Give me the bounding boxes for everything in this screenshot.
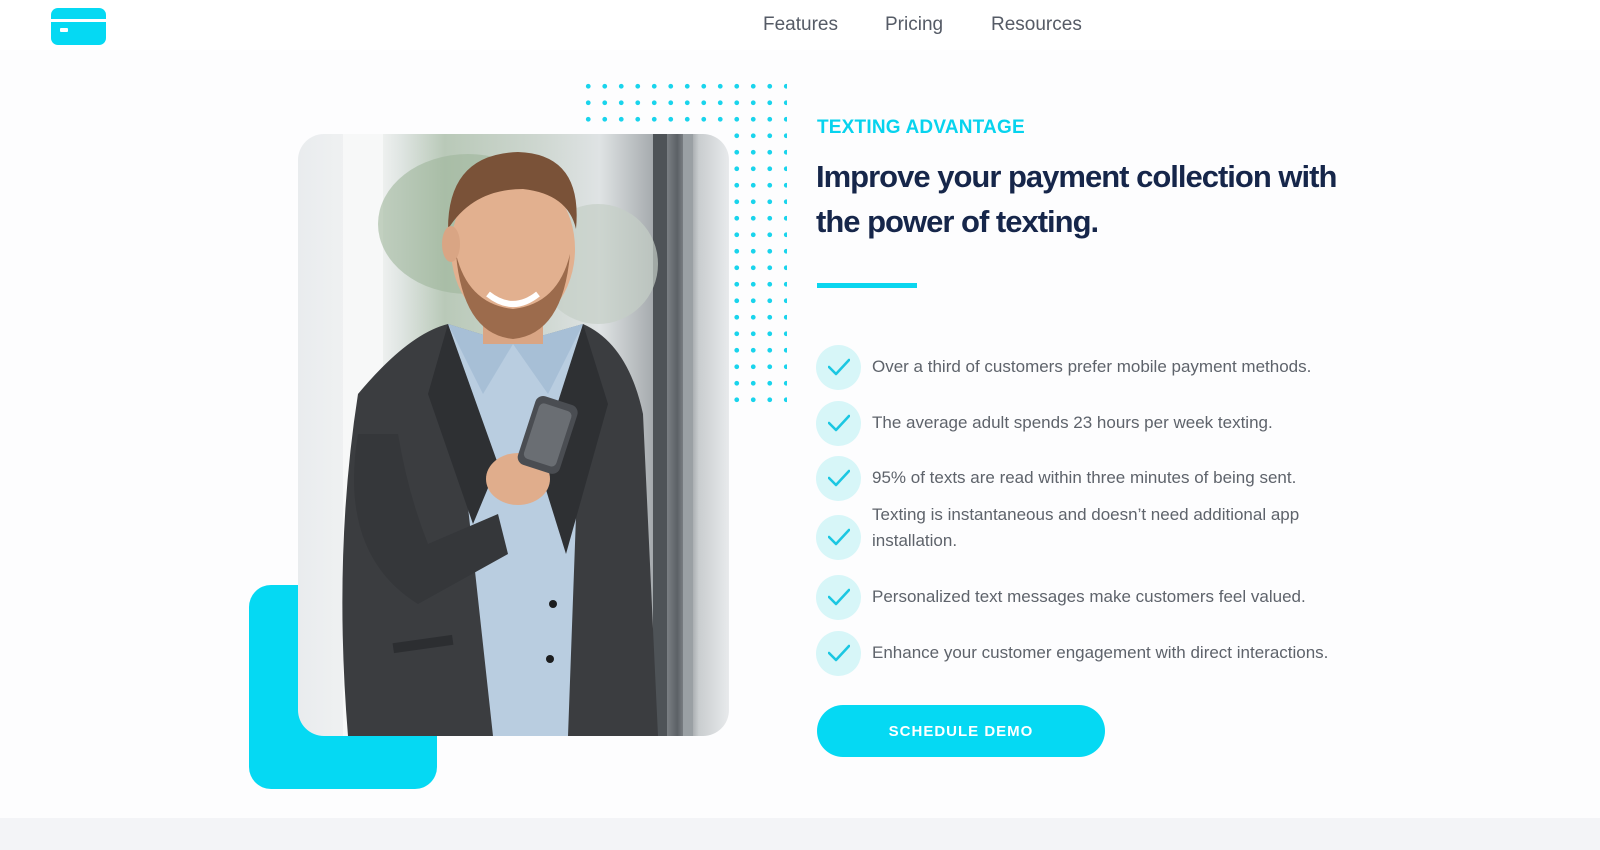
check-icon: [816, 575, 861, 620]
check-icon: [816, 345, 861, 390]
main-nav: Features Pricing Resources: [0, 14, 1600, 38]
check-icon: [816, 456, 861, 501]
headline-line-1: Improve your payment collection with: [816, 159, 1337, 194]
nav-link-features[interactable]: Features: [763, 14, 838, 36]
headline-line-2: the power of texting.: [816, 204, 1099, 239]
nav-link-resources[interactable]: Resources: [991, 14, 1082, 36]
top-navigation-bar: Features Pricing Resources: [0, 0, 1600, 50]
next-section-band: [0, 818, 1600, 850]
feature-text: 95% of texts are read within three minut…: [872, 468, 1297, 487]
check-icon: [816, 631, 861, 676]
feature-text: The average adult spends 23 hours per we…: [872, 413, 1273, 432]
man-with-phone-illustration: [342, 134, 693, 736]
nav-link-pricing[interactable]: Pricing: [885, 14, 943, 36]
feature-text: Over a third of customers prefer mobile …: [872, 357, 1312, 376]
feature-text: Texting is instantaneous and doesn’t nee…: [872, 505, 1300, 550]
check-icon: [816, 401, 861, 446]
check-icon: [816, 515, 861, 560]
section-eyebrow: TEXTING ADVANTAGE: [817, 117, 1025, 138]
feature-text: Personalized text messages make customer…: [872, 587, 1306, 606]
feature-text: Enhance your customer engagement with di…: [872, 643, 1329, 662]
schedule-demo-button[interactable]: SCHEDULE DEMO: [817, 705, 1105, 757]
hero-photo-man-texting: [298, 134, 729, 736]
page-title: Improve your payment collection with the…: [816, 154, 1396, 244]
headline-divider: [817, 283, 917, 288]
